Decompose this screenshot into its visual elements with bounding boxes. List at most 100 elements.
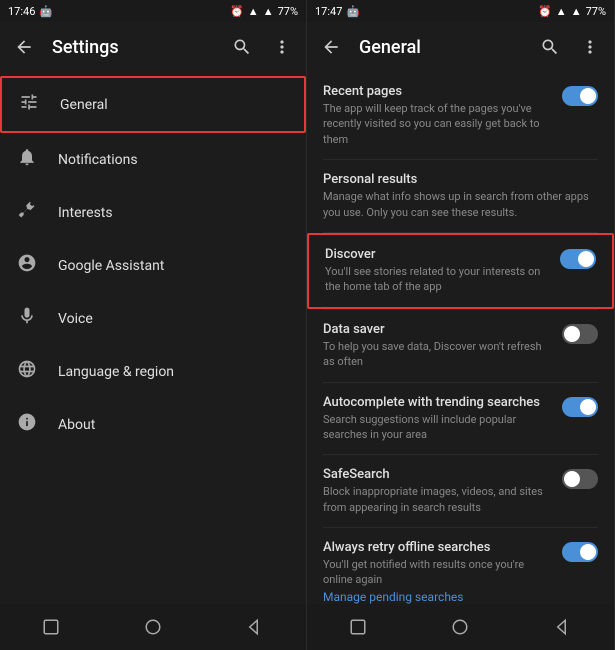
- wrench-icon: [16, 200, 38, 225]
- square-nav-button[interactable]: [31, 607, 71, 647]
- setting-safesearch-desc: Block inappropriate images, videos, and …: [323, 484, 552, 515]
- toggle-discover-knob: [578, 251, 594, 267]
- info-icon: [16, 412, 38, 437]
- right-battery-icon: 77%: [586, 5, 606, 18]
- bell-icon: [16, 147, 38, 172]
- setting-recent-pages-title: Recent pages: [323, 84, 552, 99]
- right-toolbar-title: General: [359, 37, 526, 58]
- setting-data-saver-desc: To help you save data, Discover won't re…: [323, 339, 552, 370]
- nav-list: General Notifications Interests Google A…: [0, 72, 306, 604]
- sidebar-item-voice-label: Voice: [58, 311, 93, 327]
- right-square-nav-button[interactable]: [338, 607, 378, 647]
- left-android-icon: 🤖: [39, 5, 53, 18]
- sidebar-item-notifications-label: Notifications: [58, 152, 138, 168]
- right-alarm-icon: ⏰: [538, 5, 552, 18]
- setting-autocomplete-title: Autocomplete with trending searches: [323, 395, 552, 410]
- setting-safesearch[interactable]: SafeSearch Block inappropriate images, v…: [307, 455, 614, 527]
- right-back-nav-button[interactable]: [543, 607, 583, 647]
- sidebar-item-about[interactable]: About: [0, 398, 306, 451]
- setting-offline-desc: You'll get notified with results once yo…: [323, 557, 552, 588]
- toggle-data-saver-knob: [564, 326, 580, 342]
- setting-safesearch-title: SafeSearch: [323, 467, 552, 482]
- mic-icon: [16, 306, 38, 331]
- toggle-offline[interactable]: [562, 542, 598, 562]
- setting-autocomplete-desc: Search suggestions will include popular …: [323, 412, 552, 443]
- toggle-autocomplete-knob: [580, 399, 596, 415]
- toggle-data-saver[interactable]: [562, 324, 598, 344]
- setting-personal-results-desc: Manage what info shows up in search from…: [323, 189, 598, 220]
- sidebar-item-interests[interactable]: Interests: [0, 186, 306, 239]
- sidebar-item-language-label: Language & region: [58, 364, 174, 380]
- left-toolbar-title: Settings: [52, 37, 218, 58]
- setting-personal-results-title: Personal results: [323, 172, 598, 187]
- setting-autocomplete[interactable]: Autocomplete with trending searches Sear…: [307, 383, 614, 455]
- back-button[interactable]: [8, 31, 40, 63]
- sidebar-item-google-assistant[interactable]: Google Assistant: [0, 239, 306, 292]
- sidebar-item-ga-label: Google Assistant: [58, 258, 164, 274]
- setting-personal-results-text: Personal results Manage what info shows …: [323, 172, 598, 220]
- setting-discover-text: Discover You'll see stories related to y…: [325, 247, 550, 295]
- alarm-icon: ⏰: [230, 5, 244, 18]
- setting-data-saver[interactable]: Data saver To help you save data, Discov…: [307, 310, 614, 382]
- globe-icon: [16, 359, 38, 384]
- home-nav-button[interactable]: [133, 607, 173, 647]
- right-search-button[interactable]: [534, 31, 566, 63]
- sidebar-item-general[interactable]: General: [0, 76, 306, 133]
- back-nav-button[interactable]: [235, 607, 275, 647]
- setting-offline-searches[interactable]: Always retry offline searches You'll get…: [307, 528, 614, 604]
- right-signal-icon: ▲: [556, 5, 567, 18]
- sliders-icon: [18, 92, 40, 117]
- right-toolbar: General: [307, 22, 614, 72]
- right-android-icon: 🤖: [346, 5, 360, 18]
- right-wifi-icon: ▲: [571, 5, 582, 18]
- toggle-recent-pages[interactable]: [562, 86, 598, 106]
- toggle-autocomplete[interactable]: [562, 397, 598, 417]
- left-status-left: 17:46 🤖: [8, 5, 53, 18]
- sidebar-item-voice[interactable]: Voice: [0, 292, 306, 345]
- left-toolbar: Settings: [0, 22, 306, 72]
- right-more-button[interactable]: [574, 31, 606, 63]
- setting-offline-title: Always retry offline searches: [323, 540, 552, 555]
- setting-data-saver-text: Data saver To help you save data, Discov…: [323, 322, 552, 370]
- toggle-discover[interactable]: [560, 249, 596, 269]
- left-status-bar: 17:46 🤖 ⏰ ▲ ▲ 77%: [0, 0, 306, 22]
- right-home-nav-button[interactable]: [440, 607, 480, 647]
- right-bottom-nav: [307, 604, 614, 650]
- setting-discover[interactable]: Discover You'll see stories related to y…: [307, 233, 614, 309]
- left-panel: 17:46 🤖 ⏰ ▲ ▲ 77% Settings General: [0, 0, 307, 650]
- toggle-safesearch-knob: [564, 471, 580, 487]
- sidebar-item-notifications[interactable]: Notifications: [0, 133, 306, 186]
- right-status-bar: 17:47 🤖 ⏰ ▲ ▲ 77%: [307, 0, 614, 22]
- manage-pending-searches-link[interactable]: Manage pending searches: [323, 590, 552, 604]
- setting-offline-text: Always retry offline searches You'll get…: [323, 540, 552, 604]
- more-button[interactable]: [266, 31, 298, 63]
- setting-discover-title: Discover: [325, 247, 550, 262]
- search-button[interactable]: [226, 31, 258, 63]
- setting-data-saver-title: Data saver: [323, 322, 552, 337]
- setting-recent-pages-desc: The app will keep track of the pages you…: [323, 101, 552, 147]
- sidebar-item-interests-label: Interests: [58, 205, 113, 221]
- battery-icon: 77%: [278, 5, 298, 18]
- right-panel: 17:47 🤖 ⏰ ▲ ▲ 77% General Recent pages T…: [307, 0, 615, 650]
- setting-safesearch-text: SafeSearch Block inappropriate images, v…: [323, 467, 552, 515]
- left-time: 17:46: [8, 5, 35, 18]
- setting-autocomplete-text: Autocomplete with trending searches Sear…: [323, 395, 552, 443]
- sidebar-item-language[interactable]: Language & region: [0, 345, 306, 398]
- assistant-icon: [16, 253, 38, 278]
- setting-recent-pages-text: Recent pages The app will keep track of …: [323, 84, 552, 147]
- setting-personal-results[interactable]: Personal results Manage what info shows …: [307, 160, 614, 232]
- right-back-button[interactable]: [315, 31, 347, 63]
- wifi-icon: ▲: [263, 5, 274, 18]
- toggle-offline-knob: [580, 544, 596, 560]
- sidebar-item-general-label: General: [60, 97, 108, 113]
- left-status-right: ⏰ ▲ ▲ 77%: [230, 5, 298, 18]
- sidebar-item-about-label: About: [58, 417, 95, 433]
- right-status-left: 17:47 🤖: [315, 5, 360, 18]
- right-status-right: ⏰ ▲ ▲ 77%: [538, 5, 606, 18]
- setting-recent-pages[interactable]: Recent pages The app will keep track of …: [307, 72, 614, 159]
- toggle-safesearch[interactable]: [562, 469, 598, 489]
- signal-icon: ▲: [248, 5, 259, 18]
- setting-discover-desc: You'll see stories related to your inter…: [325, 264, 550, 295]
- settings-list: Recent pages The app will keep track of …: [307, 72, 614, 604]
- right-time: 17:47: [315, 5, 342, 18]
